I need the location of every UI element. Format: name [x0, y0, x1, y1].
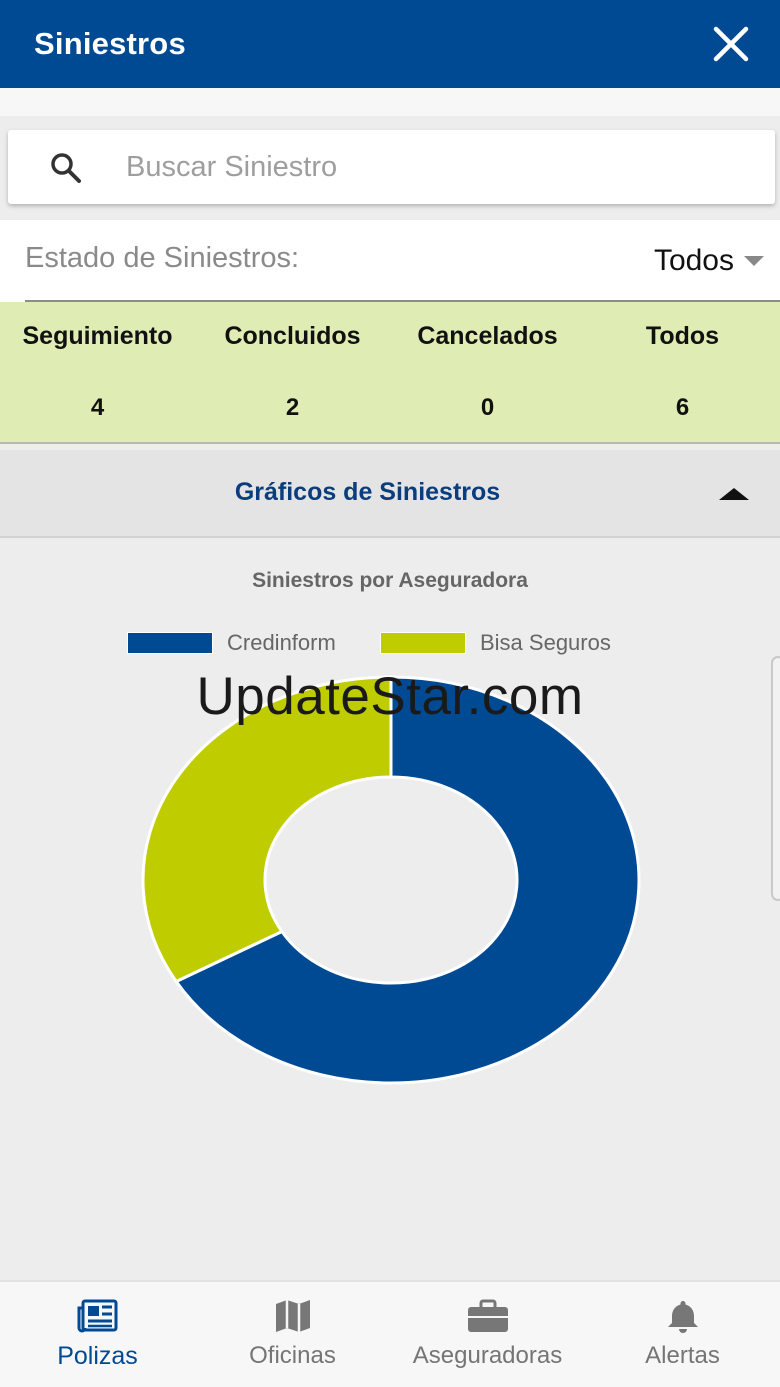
- search-input[interactable]: [126, 142, 746, 192]
- header-spacer: [0, 88, 780, 116]
- close-icon: [713, 26, 749, 62]
- search-section: [0, 116, 780, 220]
- newspaper-icon: [77, 1299, 118, 1333]
- map-icon: [276, 1300, 310, 1332]
- count-label: Cancelados: [417, 322, 558, 350]
- page-title: Siniestros: [34, 26, 186, 61]
- status-filter-label: Estado de Siniestros:: [25, 242, 300, 274]
- watermark-text: UpdateStar.com: [196, 667, 584, 726]
- donut-chart: [141, 675, 641, 1085]
- count-todos[interactable]: Todos 6: [585, 302, 780, 442]
- count-value: 4: [90, 394, 105, 421]
- count-seguimiento[interactable]: Seguimiento 4: [0, 302, 195, 442]
- status-filter-row: Estado de Siniestros: Todos: [0, 220, 780, 302]
- nav-item-oficinas[interactable]: Oficinas: [195, 1282, 390, 1387]
- count-value: 2: [285, 394, 300, 421]
- legend-label: Credinform: [227, 630, 336, 655]
- legend-item-credinform[interactable]: Credinform: [127, 630, 336, 656]
- close-button[interactable]: [710, 23, 752, 65]
- section-title: Gráficos de Siniestros: [234, 478, 501, 506]
- search-icon: [51, 153, 81, 183]
- count-value: 6: [675, 394, 690, 421]
- bell-icon: [668, 1301, 698, 1333]
- count-cancelados[interactable]: Cancelados 0: [390, 302, 585, 442]
- legend-label: Bisa Seguros: [480, 630, 611, 655]
- count-label: Concluidos: [224, 322, 361, 350]
- legend-swatch: [127, 632, 213, 654]
- status-filter-value: Todos: [653, 244, 734, 277]
- nav-item-aseguradoras[interactable]: Aseguradoras: [390, 1282, 585, 1387]
- bottom-nav: Polizas Oficinas Aseguradoras Alertas: [0, 1280, 780, 1387]
- count-value: 0: [480, 394, 495, 421]
- nav-label: Alertas: [645, 1342, 720, 1369]
- chevron-up-icon[interactable]: [719, 488, 749, 500]
- count-label: Seguimiento: [22, 322, 173, 350]
- chevron-down-icon: [744, 256, 764, 266]
- status-counts: Seguimiento 4 Concluidos 2 Cancelados 0 …: [0, 302, 780, 444]
- charts-section-toggle[interactable]: Gráficos de Siniestros: [0, 450, 780, 538]
- count-label: Todos: [645, 322, 720, 350]
- legend-item-bisa-seguros[interactable]: Bisa Seguros: [380, 630, 611, 656]
- nav-label: Oficinas: [249, 1342, 336, 1369]
- chart-title: Siniestros por Aseguradora: [252, 569, 528, 592]
- count-concluidos[interactable]: Concluidos 2: [195, 302, 390, 442]
- app-bar: Siniestros: [0, 0, 780, 88]
- legend-swatch: [380, 632, 466, 654]
- nav-item-alertas[interactable]: Alertas: [585, 1282, 780, 1387]
- status-filter-dropdown[interactable]: Todos: [654, 238, 764, 284]
- nav-item-polizas[interactable]: Polizas: [0, 1282, 195, 1387]
- search-bar[interactable]: [8, 130, 775, 204]
- chart-container: Siniestros por Aseguradora Credinform Bi…: [0, 540, 780, 1280]
- nav-label: Aseguradoras: [412, 1342, 563, 1369]
- briefcase-icon: [468, 1299, 508, 1332]
- nav-label: Polizas: [57, 1342, 138, 1370]
